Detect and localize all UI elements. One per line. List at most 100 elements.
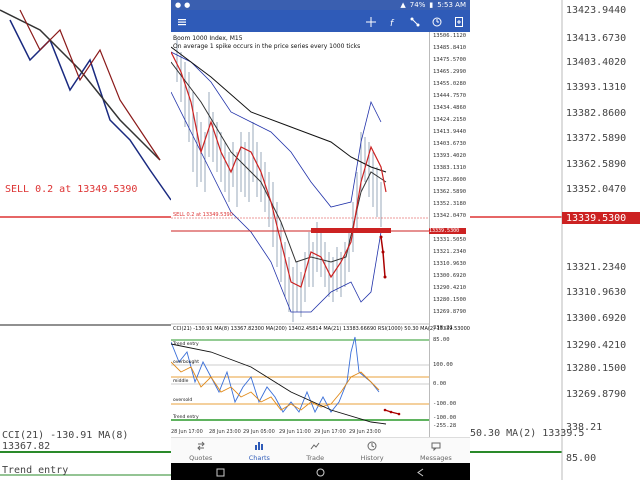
status-bar: ● ● ▲ 74% ▮ 5:53 AM xyxy=(171,0,470,10)
home-icon[interactable] xyxy=(316,462,325,480)
time-tick: 28 Jun 17:00 xyxy=(171,429,203,435)
price-tick: 13434.4860 xyxy=(433,105,467,111)
phone-screen: ● ● ▲ 74% ▮ 5:53 AM f Boom 1000 Index, M… xyxy=(171,0,470,480)
price-tick: 13352.3180 xyxy=(433,201,467,207)
toolbar-icons: f xyxy=(366,12,464,31)
time-tick: 29 Jun 23:00 xyxy=(349,429,381,435)
history-icon xyxy=(367,441,377,453)
price-tick: 13455.0280 xyxy=(433,81,467,87)
candles xyxy=(176,40,382,322)
left-trend-label: Trend entry xyxy=(2,465,69,476)
price-zone xyxy=(311,228,391,233)
osc-tick: 100.00 xyxy=(433,362,453,368)
ma8-line xyxy=(171,51,387,288)
current-price-tag: 13339.5300 xyxy=(429,228,466,234)
system-navigation-bar xyxy=(171,463,470,480)
osc-tick: -255.28 xyxy=(433,423,457,429)
indicator-icon[interactable]: f xyxy=(388,12,398,31)
new-order-icon[interactable] xyxy=(454,12,464,31)
cci-line xyxy=(171,336,380,414)
osc-tick: -100.00 xyxy=(433,401,457,407)
right-price-5: 13372.5890 xyxy=(566,133,627,144)
price-tick: 13413.9440 xyxy=(433,129,467,135)
price-tick: 13444.7570 xyxy=(433,93,467,99)
quotes-icon xyxy=(196,441,206,453)
trade-icon xyxy=(310,441,320,453)
right-price-2: 13403.4020 xyxy=(566,57,627,68)
price-tick: 13475.5700 xyxy=(433,57,467,63)
osc-label-oversold: oversold xyxy=(173,398,193,403)
time-tick: 28 Jun 23:00 xyxy=(209,429,241,435)
nav-quotes[interactable]: Quotes xyxy=(189,441,212,462)
notification-icon: ● xyxy=(175,1,182,9)
right-price-3: 13393.1310 xyxy=(566,82,627,93)
right-price-14: 13269.8790 xyxy=(566,389,627,400)
price-tick: 13383.1310 xyxy=(433,165,467,171)
right-price-1: 13413.6730 xyxy=(566,33,627,44)
chart-symbol-title: Boom 1000 Index, M15 On average 1 spike … xyxy=(173,35,360,51)
osc-label-overbought: overbought xyxy=(173,360,199,365)
status-left-icons: ● ● xyxy=(175,1,190,9)
time-axis: 28 Jun 17:00 28 Jun 23:00 29 Jun 05:00 2… xyxy=(171,429,429,437)
right-price-13: 13280.1500 xyxy=(566,363,627,374)
left-background-chart: SELL 0.2 at 13349.5390 CCI(21) -130.91 M… xyxy=(0,0,171,480)
time-tick: 29 Jun 17:00 xyxy=(314,429,346,435)
wifi-icon: ▲ xyxy=(400,1,406,9)
price-tick: 13321.2340 xyxy=(433,249,467,255)
right-background-graphics xyxy=(470,0,640,480)
symbol-name: Boom 1000 Index, M15 xyxy=(173,35,243,42)
right-price-4: 13382.8600 xyxy=(566,108,627,119)
nav-messages[interactable]: Messages xyxy=(420,441,452,462)
osc-label-trend-entry: Trend entry xyxy=(173,342,199,347)
rsi-line xyxy=(171,361,380,411)
time-tick: 29 Jun 11:00 xyxy=(279,429,311,435)
spike-marker xyxy=(380,236,386,278)
nav-trade-label: Trade xyxy=(306,453,325,462)
right-price-7: 13352.0470 xyxy=(566,184,627,195)
osc-tick: -100.00 xyxy=(433,415,457,421)
notification-icon-2: ● xyxy=(184,1,191,9)
price-tick: 13362.5890 xyxy=(433,189,467,195)
price-axis: 13506.1120 13485.8410 13475.5700 13465.2… xyxy=(429,32,470,437)
battery-icon: ▮ xyxy=(429,1,434,9)
recent-apps-icon[interactable] xyxy=(216,462,225,480)
right-price-12: 13290.4210 xyxy=(566,340,627,351)
svg-text:f: f xyxy=(390,19,395,27)
crosshair-icon[interactable] xyxy=(366,12,376,31)
price-tick: 13269.8790 xyxy=(433,309,467,315)
nav-charts-label: Charts xyxy=(248,453,270,462)
price-tick: 13300.6920 xyxy=(433,273,467,279)
status-right: ▲ 74% ▮ 5:53 AM xyxy=(400,1,466,9)
nav-quotes-label: Quotes xyxy=(189,453,213,462)
right-price-10: 13310.9630 xyxy=(566,287,627,298)
chart-graphics xyxy=(171,40,429,425)
price-tick: 13310.9630 xyxy=(433,261,467,267)
nav-history-label: History xyxy=(360,453,384,462)
back-icon[interactable] xyxy=(416,462,425,480)
nav-charts[interactable]: Charts xyxy=(249,441,270,462)
right-background-axis: 13423.9440 13413.6730 13403.4020 13393.1… xyxy=(470,0,640,480)
price-tick: 13342.0470 xyxy=(433,213,467,219)
price-tick: 13485.8410 xyxy=(433,45,467,51)
right-price-6: 13362.5890 xyxy=(566,159,627,170)
right-price-11: 13300.6920 xyxy=(566,313,627,324)
right-price-9: 13321.2340 xyxy=(566,262,627,273)
left-background-graphics xyxy=(0,9,171,476)
nav-trade[interactable]: Trade xyxy=(306,441,324,462)
right-price-0: 13423.9440 xyxy=(566,5,627,16)
osc-label-middle: middle xyxy=(173,379,189,384)
oscillator-title: CCI(21) -130.91 MA(8) 13367.82300 MA(200… xyxy=(173,326,470,332)
ma200-line xyxy=(171,46,387,173)
timeframe-icon[interactable] xyxy=(432,12,442,31)
objects-icon[interactable] xyxy=(410,12,420,31)
osc-tick: 0.00 xyxy=(433,381,447,387)
status-time: 5:53 AM xyxy=(437,1,466,9)
menu-icon[interactable] xyxy=(177,12,187,31)
price-tick: 13372.8600 xyxy=(433,177,467,183)
left-cci-label: CCI(21) -130.91 MA(8) 13367.82 xyxy=(2,430,129,452)
price-tick: 13290.4210 xyxy=(433,285,467,291)
osc-label-trend-entry-bottom: Trend entry xyxy=(173,415,199,420)
price-tick: 13465.2990 xyxy=(433,69,467,75)
nav-history[interactable]: History xyxy=(360,441,384,462)
chart-canvas[interactable]: Boom 1000 Index, M15 On average 1 spike … xyxy=(171,32,470,437)
